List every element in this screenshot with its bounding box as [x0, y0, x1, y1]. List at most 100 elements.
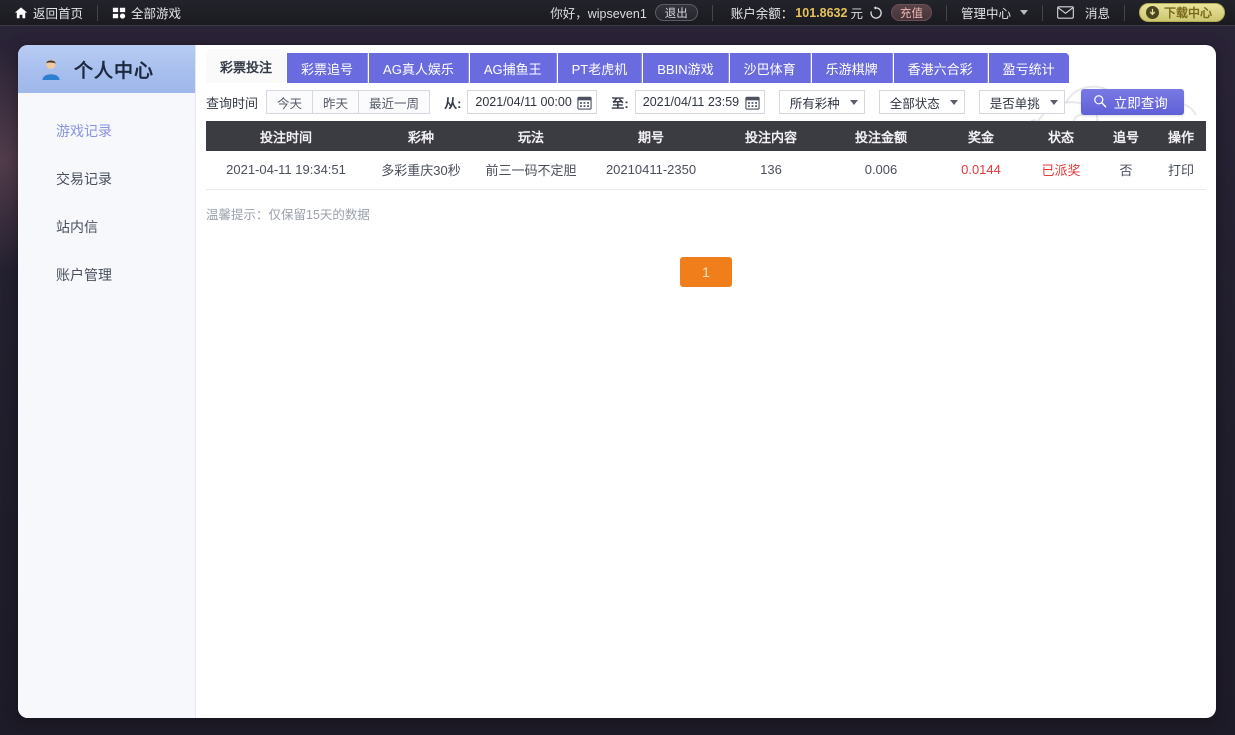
management-center-menu[interactable]: 管理中心: [961, 0, 1028, 26]
calendar-icon[interactable]: [745, 95, 760, 110]
date-to-label: 至:: [611, 95, 629, 111]
cell-bet-time: 2021-04-11 19:34:51: [206, 151, 366, 190]
tab-label: BBIN游戏: [657, 61, 714, 77]
chevron-down-icon: [1019, 10, 1028, 15]
back-to-home-label: 返回首页: [33, 7, 84, 21]
cell-chase: 否: [1096, 151, 1156, 190]
messages-label: 消息: [1084, 7, 1110, 21]
column-play: 玩法: [517, 129, 544, 145]
greeting-text: 你好，wipseven1: [550, 7, 647, 21]
retention-hint: 温馨提示：仅保留15天的数据: [206, 207, 370, 222]
logout-button[interactable]: 退出: [654, 4, 698, 21]
tab-pt-slots[interactable]: PT老虎机: [557, 53, 643, 83]
sidebar-item-game-records[interactable]: 游戏记录: [18, 107, 195, 155]
topbar-divider-5: [1123, 4, 1125, 21]
balance-unit: 元: [850, 7, 863, 21]
column-chase: 追号: [1112, 129, 1139, 145]
refresh-icon[interactable]: [869, 5, 883, 20]
download-center-label: 下载中心: [1163, 6, 1212, 20]
date-to-input[interactable]: 2021/04/11 23:59: [634, 90, 765, 114]
tab-label: 乐游棋牌: [825, 61, 878, 77]
search-icon: [1093, 94, 1107, 111]
date-from-label: 从:: [444, 95, 462, 111]
status-select[interactable]: 全部状态: [878, 90, 965, 114]
quick-range-today[interactable]: 今天: [266, 90, 313, 114]
sidebar-title: 个人中心: [74, 60, 155, 82]
recharge-button[interactable]: 充值: [890, 4, 932, 21]
topbar-divider-4: [1041, 4, 1043, 21]
column-amount: 投注金额: [854, 129, 907, 145]
tab-label: PT老虎机: [571, 61, 628, 77]
column-bet-time: 投注时间: [259, 129, 312, 145]
sidebar-item-label: 站内信: [56, 219, 98, 235]
bet-records-table-wrapper: 投注时间 彩种 玩法 期号 投注内容 投注金额 奖金 状态 追号 操作 2021: [196, 121, 1216, 190]
filter-bar: 查询时间 今天 昨天 最近一周 从: 2021/04/11 00:00 至: 2…: [196, 83, 1216, 121]
column-lottery: 彩种: [407, 129, 434, 145]
sidebar-item-label: 交易记录: [56, 171, 112, 187]
status-badge: 已派奖: [1026, 151, 1096, 190]
tab-label: 彩票追号: [301, 61, 354, 77]
tab-label: 沙巴体育: [743, 61, 796, 77]
sidebar-item-label: 游戏记录: [56, 123, 112, 139]
tab-saba-sports[interactable]: 沙巴体育: [729, 53, 811, 83]
mail-icon: [1057, 6, 1074, 19]
sidebar: 个人中心 游戏记录 交易记录 站内信 账户管理: [18, 45, 196, 718]
cell-lottery: 多彩重庆30秒: [366, 151, 476, 190]
table-head: 投注时间 彩种 玩法 期号 投注内容 投注金额 奖金 状态 追号 操作: [206, 121, 1206, 151]
print-button[interactable]: 打印: [1156, 151, 1206, 190]
lottery-type-value: 所有彩种: [789, 96, 840, 111]
column-prize: 奖金: [967, 129, 994, 145]
lottery-type-select[interactable]: 所有彩种: [778, 90, 865, 114]
quick-range-label: 今天: [277, 96, 303, 111]
table-row[interactable]: 2021-04-11 19:34:51 多彩重庆30秒 前三一码不定胆 2021…: [206, 151, 1206, 190]
single-pick-select[interactable]: 是否单挑: [978, 90, 1065, 114]
pagination: 1: [196, 256, 1216, 287]
date-from-value: 2021/04/11 00:00: [475, 95, 572, 109]
sidebar-item-account-management[interactable]: 账户管理: [18, 251, 195, 299]
tab-profit-stats[interactable]: 盈亏统计: [988, 53, 1069, 83]
table-header-row: 投注时间 彩种 玩法 期号 投注内容 投注金额 奖金 状态 追号 操作: [206, 121, 1206, 151]
cell-amount: 0.006: [826, 151, 936, 190]
cell-play: 前三一码不定胆: [476, 151, 586, 190]
back-to-home-button[interactable]: 返回首页: [0, 0, 97, 26]
tab-lottery-bet[interactable]: 彩票投注: [206, 49, 287, 83]
sidebar-item-inbox[interactable]: 站内信: [18, 203, 195, 251]
cell-issue: 20210411-2350: [586, 151, 716, 190]
tab-lottery-chase[interactable]: 彩票追号: [287, 53, 369, 83]
all-games-label: 全部游戏: [131, 7, 182, 21]
management-center-label: 管理中心: [960, 7, 1011, 21]
topbar-divider-3: [945, 4, 947, 21]
tab-ag-fishing[interactable]: AG捕鱼王: [469, 53, 557, 83]
query-button[interactable]: 立即查询: [1080, 89, 1184, 115]
tab-leyou-chess[interactable]: 乐游棋牌: [811, 53, 893, 83]
chevron-down-icon: [1049, 99, 1058, 105]
messages-button[interactable]: 消息: [1057, 0, 1110, 26]
content-area: 彩票投注 彩票追号 AG真人娱乐 AG捕鱼王 PT老虎机 BBIN游戏 沙巴体育…: [196, 45, 1216, 718]
quick-range-label: 最近一周: [369, 96, 420, 111]
download-arrow-icon: [1145, 6, 1159, 19]
tab-bar: 彩票投注 彩票追号 AG真人娱乐 AG捕鱼王 PT老虎机 BBIN游戏 沙巴体育…: [196, 45, 1216, 83]
single-pick-value: 是否单挑: [989, 96, 1040, 111]
sidebar-item-transaction-records[interactable]: 交易记录: [18, 155, 195, 203]
sidebar-menu: 游戏记录 交易记录 站内信 账户管理: [18, 93, 195, 299]
quick-range-yesterday[interactable]: 昨天: [312, 90, 359, 114]
calendar-icon[interactable]: [577, 95, 593, 110]
sidebar-item-label: 账户管理: [56, 267, 112, 283]
download-center-button[interactable]: 下载中心: [1138, 3, 1225, 22]
tab-bbin-games[interactable]: BBIN游戏: [643, 53, 729, 83]
tab-ag-live[interactable]: AG真人娱乐: [369, 53, 469, 83]
tab-hk-mark-six[interactable]: 香港六合彩: [893, 53, 988, 83]
column-issue: 期号: [637, 129, 664, 145]
quick-range-last-week[interactable]: 最近一周: [358, 90, 431, 114]
column-action: 操作: [1167, 129, 1194, 145]
home-icon: [14, 6, 28, 20]
chevron-down-icon: [949, 99, 958, 105]
cell-content: 136: [716, 151, 826, 190]
page-button-1[interactable]: 1: [680, 256, 732, 287]
tab-label: 盈亏统计: [1002, 61, 1055, 77]
topbar-divider-2: [711, 4, 713, 21]
all-games-button[interactable]: 全部游戏: [98, 0, 195, 26]
tab-label: AG真人娱乐: [383, 61, 454, 77]
date-from-input[interactable]: 2021/04/11 00:00: [467, 90, 598, 114]
main-panel: 圆家15.com 个人中心 游戏记录 交易记录 站内信 账户管理 彩票投注 彩票…: [18, 45, 1216, 718]
